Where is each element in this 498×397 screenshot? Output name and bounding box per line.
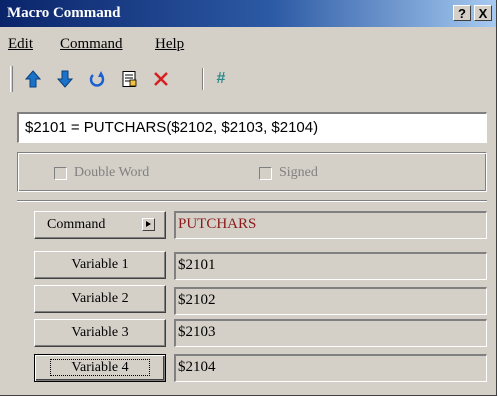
- command-value-field[interactable]: PUTCHARS: [174, 211, 487, 239]
- variable-4-button[interactable]: Variable 4: [34, 354, 166, 382]
- menu-bar: Edit Command Help: [0, 36, 496, 56]
- options-group: Double Word Signed: [17, 152, 487, 192]
- double-word-label: Double Word: [74, 165, 150, 180]
- signed-label: Signed: [279, 165, 318, 180]
- arrow-up-icon[interactable]: [22, 68, 44, 90]
- variable-2-button[interactable]: Variable 2: [34, 285, 166, 313]
- variable-3-field[interactable]: $2103: [174, 319, 487, 347]
- help-button[interactable]: ?: [453, 5, 471, 21]
- undo-icon[interactable]: [86, 68, 108, 90]
- menu-edit-label: Edit: [8, 36, 33, 52]
- macro-command-window: Macro Command ? X Edit Command Help # $2…: [0, 0, 497, 396]
- variable-4-button-label: Variable 4: [50, 359, 150, 376]
- title-bar[interactable]: Macro Command ? X: [0, 0, 496, 27]
- variable-4-field[interactable]: $2104: [174, 354, 487, 382]
- close-button[interactable]: X: [474, 5, 492, 21]
- signed-checkbox[interactable]: Signed: [259, 165, 318, 181]
- toolbar: #: [10, 66, 490, 92]
- play-arrow-icon: [142, 218, 155, 231]
- delete-icon[interactable]: [150, 68, 172, 90]
- menu-command[interactable]: Command: [60, 36, 123, 53]
- menu-help-label: Help: [155, 36, 185, 52]
- toolbar-separator: [202, 68, 204, 90]
- menu-help[interactable]: Help: [155, 36, 184, 53]
- window-title: Macro Command: [7, 5, 121, 21]
- hash-icon[interactable]: #: [210, 68, 232, 90]
- command-button-label: Command: [47, 217, 106, 232]
- expression-field[interactable]: $2101 = PUTCHARS($2102, $2103, $2104): [17, 112, 487, 143]
- document-icon[interactable]: [118, 68, 140, 90]
- double-word-checkbox-box: [54, 166, 67, 180]
- variable-1-button[interactable]: Variable 1: [34, 251, 166, 279]
- menu-command-label: Command: [60, 36, 123, 52]
- menu-edit[interactable]: Edit: [8, 36, 33, 53]
- toolbar-grip[interactable]: [10, 66, 13, 92]
- arrow-down-icon[interactable]: [54, 68, 76, 90]
- command-button[interactable]: Command: [34, 211, 166, 239]
- double-word-checkbox[interactable]: Double Word: [54, 165, 149, 181]
- variable-2-field[interactable]: $2102: [174, 287, 487, 315]
- divider: [17, 200, 487, 202]
- variable-1-field[interactable]: $2101: [174, 252, 487, 280]
- signed-checkbox-box: [259, 166, 272, 180]
- variable-3-button[interactable]: Variable 3: [34, 319, 166, 347]
